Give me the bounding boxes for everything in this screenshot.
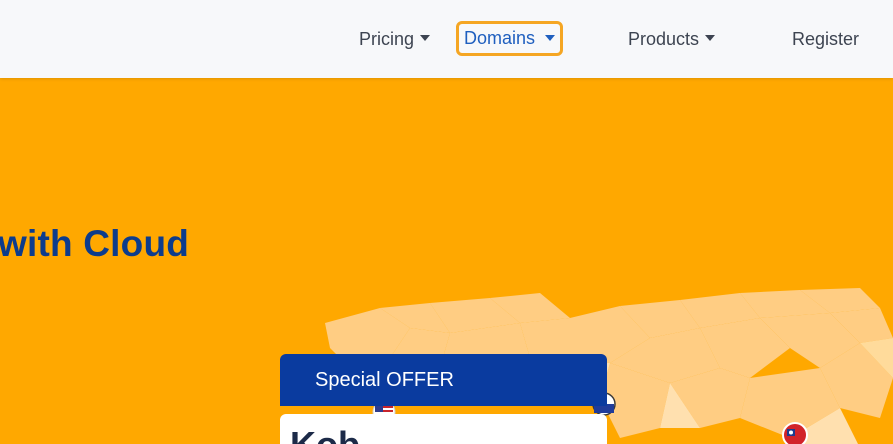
- taiwan-flag-icon: [782, 422, 808, 444]
- nav-products[interactable]: Products: [628, 22, 716, 56]
- special-offer-card[interactable]: Special OFFER Kob: [280, 354, 607, 444]
- nav-pricing[interactable]: Pricing: [359, 22, 431, 56]
- hero-title: with Cloud: [0, 223, 190, 264]
- caret-down-icon: [705, 35, 716, 41]
- special-offer-label: Special OFFER: [315, 369, 454, 391]
- special-offer-body: Kob: [280, 414, 607, 444]
- nav-domains[interactable]: Domains: [456, 21, 563, 56]
- top-navbar: Pricing Domains Products Register: [0, 0, 893, 78]
- hero-section: with Cloud Special OFFER: [0, 78, 893, 444]
- nav-products-label: Products: [628, 28, 700, 49]
- nav-register-label: Register: [792, 28, 860, 49]
- nav-domains-label: Domains: [464, 28, 536, 48]
- special-offer-header: Special OFFER: [280, 354, 607, 406]
- nav-register[interactable]: Register: [792, 22, 859, 56]
- nav-pricing-label: Pricing: [359, 28, 415, 49]
- special-offer-brand: Kob: [290, 424, 360, 444]
- caret-down-icon: [545, 34, 556, 41]
- caret-down-icon: [420, 35, 431, 41]
